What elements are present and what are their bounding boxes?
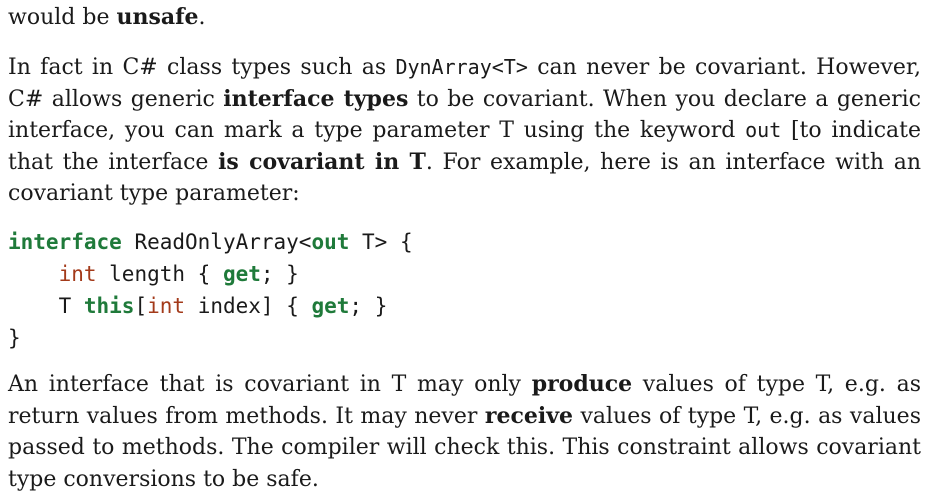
keyword: interface (8, 230, 122, 254)
bold-term: receive (484, 402, 573, 429)
text: would be (8, 5, 117, 30)
bold-term: produce (531, 371, 633, 397)
code-text: length { (96, 262, 223, 286)
code-text: T (58, 294, 84, 318)
code-line-4: } (8, 322, 413, 354)
code-line-2: int length { get; } (8, 258, 413, 290)
paragraph-unsafe: would be unsafe. (8, 2, 921, 34)
keyword: get (222, 262, 261, 286)
bold-term: is covariant in T (218, 148, 426, 175)
bold-term: interface types (223, 85, 409, 112)
type-keyword: int (147, 294, 186, 318)
keyword: out (311, 230, 350, 254)
code-line-3: T this[int index] { get; } (8, 290, 413, 322)
code-block: interface ReadOnlyArray<out T> { int len… (8, 226, 413, 354)
code-text: ReadOnlyArray< (121, 230, 312, 254)
inline-code: out (745, 118, 782, 142)
document-page: would be unsafe. In fact in C# class typ… (0, 0, 931, 503)
code-text: ; } (349, 294, 388, 318)
bold-term: unsafe (116, 4, 199, 30)
code-text: } (8, 326, 21, 350)
code-text: T> { (349, 230, 413, 254)
keyword: get (311, 294, 350, 318)
text: An interface that is covariant in T may … (8, 372, 532, 397)
type-keyword: int (58, 262, 97, 286)
text: . (198, 5, 206, 30)
paragraph-covariance-intro: In fact in C# class types such as DynArr… (8, 52, 921, 210)
code-text: ; } (260, 262, 299, 286)
code-text: index] { (185, 294, 312, 318)
text: In fact in C# class types such as (8, 55, 396, 80)
inline-code: DynArray<T> (395, 55, 528, 79)
paragraph-covariant-constraint: An interface that is covariant in T may … (8, 369, 921, 495)
code-line-1: interface ReadOnlyArray<out T> { (8, 226, 413, 258)
keyword: this (83, 294, 135, 318)
code-text: [ (134, 294, 148, 318)
